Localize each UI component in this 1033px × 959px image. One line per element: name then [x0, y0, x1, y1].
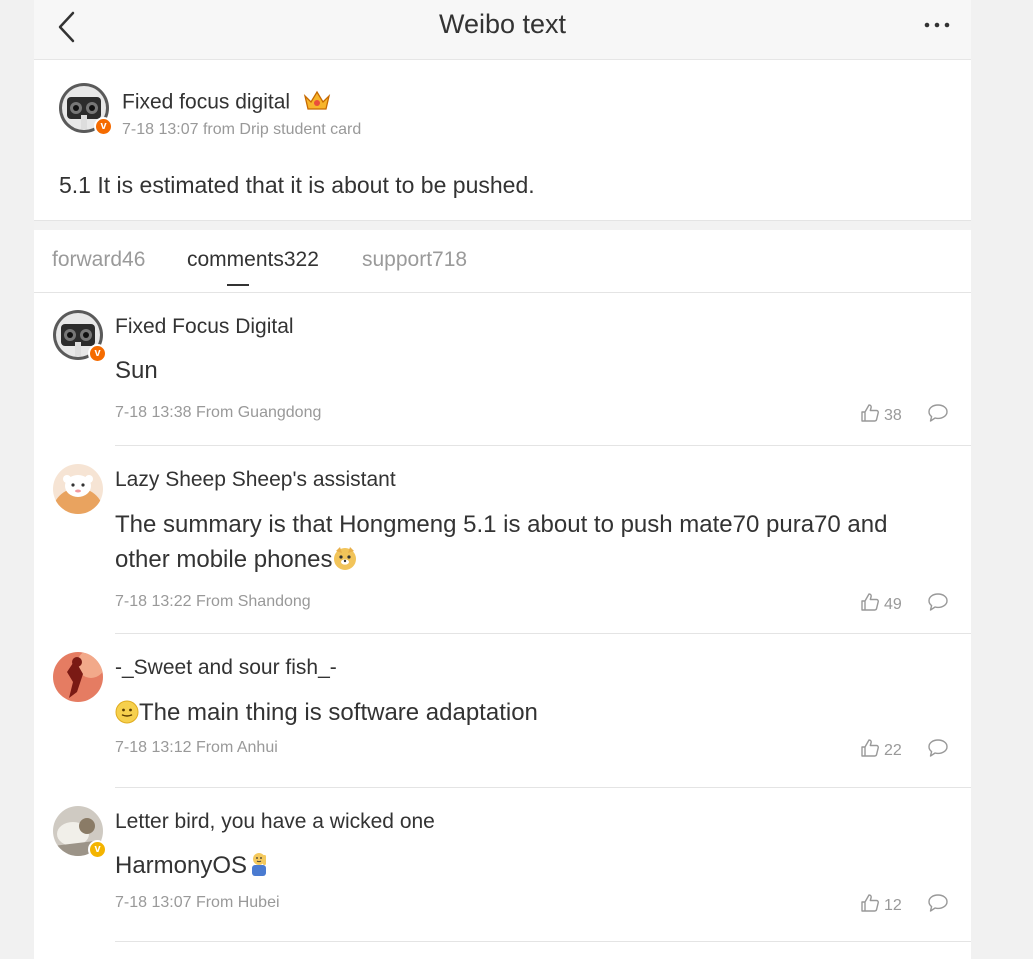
tab-comments[interactable]: comments322 [187, 248, 319, 272]
like-button[interactable]: 22 [860, 738, 902, 760]
comment-text: HarmonyOS [115, 848, 931, 887]
comment-author[interactable]: Fixed Focus Digital [115, 315, 294, 339]
comment-text-content: HarmonyOS [115, 852, 248, 879]
verified-badge-icon: v [88, 840, 107, 859]
like-button[interactable]: 12 [860, 893, 902, 915]
tab-support[interactable]: support718 [362, 248, 467, 272]
comment-avatar[interactable]: v [53, 310, 107, 363]
verified-badge-icon: v [88, 344, 107, 363]
like-button[interactable]: 38 [860, 403, 902, 425]
like-count: 49 [884, 596, 902, 613]
reply-button[interactable] [927, 893, 949, 918]
comment-text: The summary is that Hongmeng 5.1 is abou… [115, 507, 931, 581]
comment-author[interactable]: Letter bird, you have a wicked one [115, 810, 435, 834]
verified-badge-icon: v [94, 117, 113, 136]
post-tabs: forward46 comments322 support718 [34, 230, 971, 293]
more-options-button[interactable] [923, 12, 953, 38]
like-count: 38 [884, 407, 902, 424]
post-text: 5.1 It is estimated that it is about to … [59, 172, 535, 198]
tab-forward[interactable]: forward46 [52, 248, 145, 272]
avatar-image [53, 652, 103, 702]
comment-bubble-icon [928, 894, 948, 912]
page-title: Weibo text [438, 9, 567, 39]
thumbs-up-icon [861, 894, 879, 912]
comment-meta: 7-18 13:22 From Shandong [115, 593, 311, 610]
thumbs-up-icon [861, 593, 879, 611]
smile-emoji-icon [115, 699, 139, 734]
comment-meta: 7-18 13:07 From Hubei [115, 894, 280, 911]
thumbs-up-icon [861, 404, 879, 422]
comment-text-content: The main thing is software adaptation [139, 699, 538, 726]
avatar-image [53, 464, 103, 514]
comment-divider [115, 941, 971, 942]
weibo-post: v Fixed focus digital 7-18 13:07 from Dr… [34, 60, 971, 221]
comment-bubble-icon [928, 739, 948, 757]
post-author-label: Fixed focus digital [122, 90, 291, 114]
comment-meta: 7-18 13:38 From Guangdong [115, 404, 322, 421]
comment-text: Sun [115, 357, 158, 384]
comment-bubble-icon [928, 593, 948, 611]
comment-text: The main thing is software adaptation [115, 695, 931, 734]
comment-author[interactable]: Lazy Sheep Sheep's assistant [115, 468, 396, 492]
comment-meta: 7-18 13:12 From Anhui [115, 739, 278, 756]
comment-list: v Fixed Focus Digital Sun 7-18 13:38 Fro… [34, 293, 971, 959]
post-meta: 7-18 13:07 from Drip student card [122, 121, 362, 138]
active-tab-indicator [227, 284, 249, 286]
like-button[interactable]: 49 [860, 592, 902, 614]
post-author-name[interactable]: Fixed focus digital [122, 88, 332, 118]
doge-emoji-icon [332, 545, 358, 581]
reply-button[interactable] [927, 738, 949, 763]
thumbs-up-icon [861, 739, 879, 757]
comment-text-content: The summary is that Hongmeng 5.1 is abou… [115, 511, 888, 573]
comment-avatar[interactable] [53, 652, 103, 702]
more-dots-icon [924, 22, 950, 28]
person-emoji-icon [247, 851, 271, 887]
comment-avatar[interactable]: v [53, 806, 107, 859]
weibo-page: Weibo text v Fixed focus digital 7-18 13… [34, 0, 971, 959]
comment-author[interactable]: -_Sweet and sour fish_- [115, 656, 337, 680]
top-navigation-bar: Weibo text [34, 0, 971, 60]
reply-button[interactable] [927, 403, 949, 428]
reply-button[interactable] [927, 592, 949, 617]
comment-item: -_Sweet and sour fish_- The main thing i… [34, 634, 971, 788]
comment-bubble-icon [928, 404, 948, 422]
comment-item: Lazy Sheep Sheep's assistant The summary… [34, 446, 971, 634]
post-author-avatar[interactable]: v [59, 83, 113, 136]
like-count: 22 [884, 742, 902, 759]
comment-item: v Fixed Focus Digital Sun 7-18 13:38 Fro… [34, 293, 971, 446]
comment-avatar[interactable] [53, 464, 103, 514]
like-count: 12 [884, 897, 902, 914]
comment-item: v Letter bird, you have a wicked one Har… [34, 788, 971, 943]
crown-icon [302, 88, 332, 118]
